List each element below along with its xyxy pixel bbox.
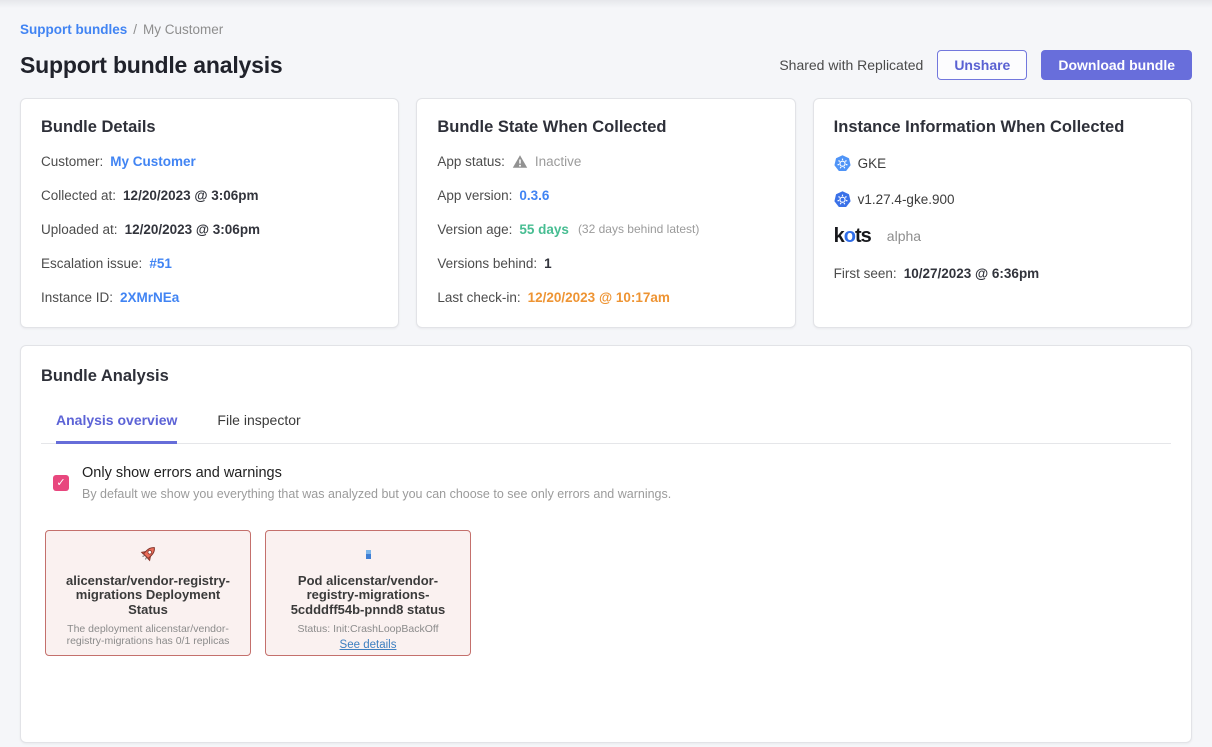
bundle-analysis-title: Bundle Analysis (41, 367, 1171, 386)
bundle-details-card: Bundle Details Customer: My Customer Col… (20, 98, 399, 328)
breadcrumb-separator: / (133, 22, 137, 37)
bundle-analysis-card: Bundle Analysis Analysis overview File i… (20, 345, 1192, 743)
collected-at-value: 12/20/2023 @ 3:06pm (123, 186, 259, 205)
escalation-issue-link[interactable]: #51 (149, 254, 172, 273)
kots-row: kots alpha (834, 226, 1171, 246)
instance-id-link[interactable]: 2XMrNEa (120, 288, 179, 307)
instance-id-row: Instance ID: 2XMrNEa (41, 288, 378, 307)
version-age-note: (32 days behind latest) (578, 220, 699, 239)
page-title: Support bundle analysis (20, 52, 779, 79)
last-checkin-value: 12/20/2023 @ 10:17am (528, 288, 670, 307)
unshare-button[interactable]: Unshare (937, 50, 1027, 80)
page-header: Support bundle analysis Shared with Repl… (20, 50, 1192, 80)
collected-at-row: Collected at: 12/20/2023 @ 3:06pm (41, 186, 378, 205)
kubernetes-icon (834, 155, 851, 172)
warning-triangle-icon (512, 154, 528, 169)
versions-behind-value: 1 (544, 254, 552, 273)
app-version-link[interactable]: 0.3.6 (519, 186, 549, 205)
app-status-row: App status: Inactive (437, 152, 774, 171)
filter-description: By default we show you everything that w… (82, 487, 671, 501)
app-version-row: App version: 0.3.6 (437, 186, 774, 205)
breadcrumb: Support bundles / My Customer (20, 22, 1192, 37)
error-message: The deployment alicenstar/vendor-registr… (56, 623, 240, 648)
filter-row: Only show errors and warnings By default… (53, 465, 1171, 501)
download-bundle-button[interactable]: Download bundle (1041, 50, 1192, 80)
analysis-results-grid: alicenstar/vendor-registry-migrations De… (45, 530, 1171, 656)
instance-id-label: Instance ID: (41, 288, 113, 307)
app-status-value: Inactive (535, 152, 582, 171)
page-container: Support bundles / My Customer Support bu… (0, 22, 1212, 743)
escalation-issue-label: Escalation issue: (41, 254, 142, 273)
app-version-label: App version: (437, 186, 512, 205)
instance-info-card: Instance Information When Collected (813, 98, 1192, 328)
error-message: Status: Init:CrashLoopBackOff (276, 623, 460, 636)
kots-logo: kots (834, 226, 871, 246)
analysis-tabs: Analysis overview File inspector (41, 412, 1171, 444)
top-nav-edge (0, 0, 1212, 8)
error-title: alicenstar/vendor-registry-migrations De… (56, 574, 240, 617)
see-details-link[interactable]: See details (340, 639, 397, 651)
customer-label: Customer: (41, 152, 103, 171)
versions-behind-label: Versions behind: (437, 254, 537, 273)
kubernetes-icon (834, 191, 851, 208)
uploaded-at-label: Uploaded at: (41, 220, 118, 239)
shared-status-text: Shared with Replicated (779, 57, 923, 73)
customer-row: Customer: My Customer (41, 152, 378, 171)
app-status-label: App status: (437, 152, 505, 171)
collected-at-label: Collected at: (41, 186, 116, 205)
tab-analysis-overview[interactable]: Analysis overview (56, 412, 177, 444)
error-title: Pod alicenstar/vendor-registry-migration… (276, 574, 460, 617)
tab-file-inspector[interactable]: File inspector (217, 412, 300, 444)
analysis-error-card[interactable]: Pod alicenstar/vendor-registry-migration… (265, 530, 471, 656)
breadcrumb-support-bundles-link[interactable]: Support bundles (20, 22, 127, 37)
pod-icon (276, 542, 460, 566)
version-age-value: 55 days (519, 220, 569, 239)
rocket-icon (56, 542, 240, 566)
kots-channel: alpha (887, 227, 921, 246)
info-cards-row: Bundle Details Customer: My Customer Col… (20, 98, 1192, 328)
uploaded-at-row: Uploaded at: 12/20/2023 @ 3:06pm (41, 220, 378, 239)
escalation-issue-row: Escalation issue: #51 (41, 254, 378, 273)
breadcrumb-current: My Customer (143, 22, 223, 37)
k8s-version-value: v1.27.4-gke.900 (858, 190, 955, 209)
k8s-version-row: v1.27.4-gke.900 (834, 190, 1171, 209)
first-seen-row: First seen: 10/27/2023 @ 6:36pm (834, 264, 1171, 283)
errors-warnings-checkbox[interactable] (53, 475, 69, 491)
bundle-details-title: Bundle Details (41, 118, 378, 137)
analysis-error-card[interactable]: alicenstar/vendor-registry-migrations De… (45, 530, 251, 656)
bundle-state-title: Bundle State When Collected (437, 118, 774, 137)
first-seen-value: 10/27/2023 @ 6:36pm (904, 264, 1040, 283)
last-checkin-label: Last check-in: (437, 288, 520, 307)
instance-info-title: Instance Information When Collected (834, 118, 1171, 137)
customer-link[interactable]: My Customer (110, 152, 196, 171)
filter-label[interactable]: Only show errors and warnings (82, 465, 671, 481)
header-actions: Shared with Replicated Unshare Download … (779, 50, 1192, 80)
bundle-state-card: Bundle State When Collected App status: … (416, 98, 795, 328)
version-age-label: Version age: (437, 220, 512, 239)
distribution-value: GKE (858, 154, 887, 173)
uploaded-at-value: 12/20/2023 @ 3:06pm (125, 220, 261, 239)
versions-behind-row: Versions behind: 1 (437, 254, 774, 273)
filter-text-block: Only show errors and warnings By default… (82, 465, 671, 501)
distribution-row: GKE (834, 154, 1171, 173)
last-checkin-row: Last check-in: 12/20/2023 @ 10:17am (437, 288, 774, 307)
version-age-row: Version age: 55 days (32 days behind lat… (437, 220, 774, 239)
first-seen-label: First seen: (834, 264, 897, 283)
